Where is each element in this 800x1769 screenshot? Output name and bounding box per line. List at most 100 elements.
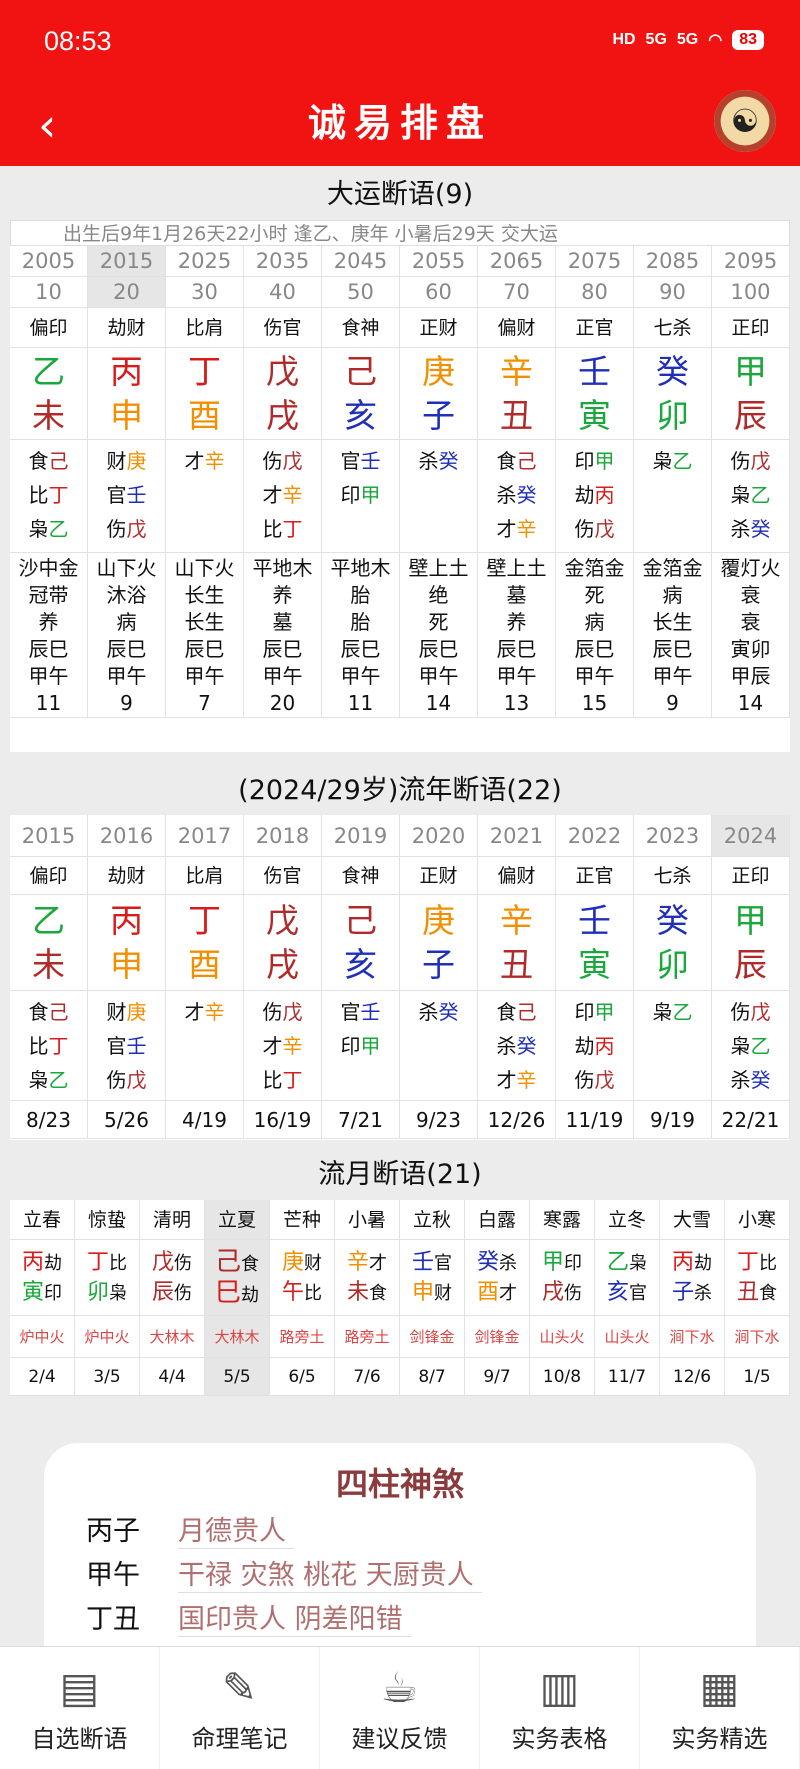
liuyue-date: 9/7 (465, 1358, 530, 1396)
hidden-shishen: 枭 (28, 1068, 49, 1092)
dayun-column[interactable]: 2075 80 正官壬寅印甲 劫丙 伤戊 金箔金死病辰巳 甲午 15 (556, 246, 634, 718)
liunian-zhi: 戌 (266, 945, 299, 984)
liuyue-column[interactable]: 立秋 壬官 申财 剑锋金 8/7 (400, 1200, 465, 1396)
dayun-column[interactable]: 2085 90 七杀癸卯枭乙 金箔金病长生 辰巳 甲午 9 (634, 246, 712, 718)
back-icon[interactable]: ‹ (38, 100, 56, 150)
shensha-row[interactable]: 甲午 干禄 灾煞 桃花 天厨贵人 (86, 1553, 482, 1593)
liunian-column[interactable]: 2016 劫财丙申财庚 官壬 伤戊 5/26 (88, 815, 166, 1139)
liunian-count: 11/19 (556, 1101, 634, 1139)
liunian-column[interactable]: 2023 七杀癸卯枭乙 9/19 (634, 815, 712, 1139)
hidden-shishen: 伤 (730, 449, 751, 473)
liuyue-date: 6/5 (270, 1358, 335, 1396)
dayun-gan: 己 (344, 352, 377, 391)
hidden-shishen: 枭 (28, 517, 49, 541)
dayun-column[interactable]: 2015 20 劫财丙申财庚 官壬 伤戊 山下火 沐浴病辰巳 甲午 9 (88, 246, 166, 718)
liuyue-column[interactable]: 白露 癸杀 酉才 剑锋金 9/7 (465, 1200, 530, 1396)
liunian-gan: 乙 (32, 901, 65, 940)
hidden-gan: 甲 (360, 483, 381, 507)
dayun-subtitle: 出生后9年1月26天22小时 逢乙、庚年 小暑后29天 交大运 (10, 220, 790, 246)
dayun-column[interactable]: 2025 30 比肩丁酉才辛 山下火 长生 长生 辰巳 甲午 7 (166, 246, 244, 718)
dayun-nayin: 沙中金 (18, 556, 79, 580)
dayun-kongwang-2: 甲午 (28, 664, 69, 688)
liuyue-date: 1/5 (725, 1358, 790, 1396)
dayun-year: 2015 (88, 246, 166, 277)
dayun-changsheng: 绝 (428, 583, 449, 607)
liunian-column[interactable]: 2015 偏印乙未食己 比丁 枭乙 8/23 (10, 815, 88, 1139)
liuyue-jieqi: 立冬 (595, 1200, 660, 1240)
hidden-shishen: 印 (340, 483, 361, 507)
liuyue-column[interactable]: 清明 戊伤 辰伤 大林木 4/4 (140, 1200, 205, 1396)
status-bar: 08:53 HD 5G 5G ◠ 83 (0, 0, 800, 88)
shensha-stars: 月德贵人 (178, 1509, 294, 1549)
liuyue-gan-row: 丁比 (725, 1248, 789, 1278)
liuyue-column[interactable]: 小暑 辛才 未食 路旁土 7/6 (335, 1200, 400, 1396)
dayun-kongwang-2: 甲午 (574, 664, 615, 688)
liuyue-jieqi: 惊蛰 (75, 1200, 140, 1240)
tab-document[interactable]: ▤ 自选断语 (0, 1647, 160, 1769)
liuyue-zhi: 申 (411, 1280, 434, 1305)
tab-notepad[interactable]: ▦ 实务精选 (640, 1647, 800, 1769)
liuyue-zhi-row: 亥官 (595, 1278, 659, 1308)
liuyue-ganzhi: 丁比 丑食 (725, 1240, 790, 1316)
liunian-gan: 壬 (578, 901, 611, 940)
liuyue-column[interactable]: 寒露 甲印 戌伤 山头火 10/8 (530, 1200, 595, 1396)
dayun-column[interactable]: 2045 50 食神己亥官壬 印甲 平地木胎胎辰巳 甲午 11 (322, 246, 400, 718)
shensha-row[interactable]: 丁丑 国印贵人 阴差阳错 (86, 1597, 411, 1637)
hidden-gan: 丁 (48, 1034, 69, 1058)
yinyang-logo-icon[interactable]: ☯ (714, 90, 776, 152)
liunian-column[interactable]: 2018 伤官戊戌伤戊 才辛 比丁 16/19 (244, 815, 322, 1139)
liunian-column[interactable]: 2024 正印甲辰伤戊 枭乙 杀癸 22/21 (712, 815, 790, 1139)
liuyue-column[interactable]: 小寒 丁比 丑食 涧下水 1/5 (725, 1200, 790, 1396)
liunian-count: 8/23 (10, 1101, 88, 1139)
liuyue-jieqi: 大雪 (660, 1200, 725, 1240)
liunian-gan: 癸 (656, 901, 689, 940)
liuyue-gan-shishen: 劫 (694, 1253, 712, 1274)
dayun-column[interactable]: 2005 10 偏印乙未食己 比丁 枭乙 沙中金 冠带养辰巳 甲午 11 (10, 246, 88, 718)
liunian-column[interactable]: 2020 正财庚子杀癸 9/23 (400, 815, 478, 1139)
liuyue-column[interactable]: 大雪 丙劫 子杀 涧下水 12/6 (660, 1200, 725, 1396)
liuyue-gan-row: 丙劫 (10, 1248, 74, 1278)
tab-chart[interactable]: ▥ 实务表格 (480, 1647, 640, 1769)
liunian-column[interactable]: 2017 比肩丁酉才辛 4/19 (166, 815, 244, 1139)
hidden-shishen: 才 (184, 1000, 205, 1024)
liunian-zhi: 辰 (734, 945, 767, 984)
tab-coffee[interactable]: ☕ 建议反馈 (320, 1647, 480, 1769)
liuyue-gan: 丁 (736, 1250, 759, 1275)
liuyue-gan-shishen: 才 (369, 1253, 387, 1274)
hidden-shishen: 劫 (574, 483, 595, 507)
hidden-shishen: 杀 (730, 1068, 751, 1092)
liunian-shishen: 比肩 (166, 857, 244, 895)
liunian-column[interactable]: 2019 食神己亥官壬 印甲 7/21 (322, 815, 400, 1139)
liuyue-grid: 立春 丙劫 寅印 炉中火 2/4 惊蛰 丁比 卯枭 炉中火 3/5 清明 戊伤 辰伤 大林木 4/4 立夏 己食… (10, 1200, 790, 1396)
dayun-zhi: 丑 (500, 396, 533, 435)
hidden-gan: 壬 (126, 483, 147, 507)
dayun-zhi: 卯 (656, 396, 689, 435)
dayun-column[interactable]: 2035 40 伤官戊戌伤戊 才辛 比丁 平地木养墓辰巳 甲午 20 (244, 246, 322, 718)
liuyue-column[interactable]: 惊蛰 丁比 卯枭 炉中火 3/5 (75, 1200, 140, 1396)
dayun-count: 9 (120, 691, 133, 715)
liunian-gan: 戊 (266, 901, 299, 940)
liuyue-nayin: 炉中火 (10, 1316, 75, 1358)
dayun-year: 2085 (634, 246, 712, 277)
liunian-column[interactable]: 2022 正官壬寅印甲 劫丙 伤戊 11/19 (556, 815, 634, 1139)
tab-edit[interactable]: ✎ 命理笔记 (160, 1647, 320, 1769)
hidden-gan: 己 (48, 1000, 69, 1024)
liuyue-column[interactable]: 芒种 庚财 午比 路旁土 6/5 (270, 1200, 335, 1396)
dayun-hidden-stems: 伤戊 才辛 比丁 (244, 440, 322, 553)
dayun-column[interactable]: 2095 100 正印甲辰伤戊 枭乙 杀癸 覆灯火衰衰寅卯 甲辰 14 (712, 246, 790, 718)
liuyue-column[interactable]: 立春 丙劫 寅印 炉中火 2/4 (10, 1200, 75, 1396)
dayun-age: 60 (400, 277, 478, 308)
hidden-gan: 己 (516, 1000, 537, 1024)
liunian-zhi: 酉 (188, 945, 221, 984)
liuyue-column[interactable]: 立冬 乙枭 亥官 山头火 11/7 (595, 1200, 660, 1396)
dayun-column[interactable]: 2065 70 偏财辛丑食己 杀癸 才辛 壁上土墓养辰巳 甲午 13 (478, 246, 556, 718)
liunian-column[interactable]: 2021 偏财辛丑食己 杀癸 才辛 12/26 (478, 815, 556, 1139)
shensha-row[interactable]: 丙子 月德贵人 (86, 1509, 294, 1549)
liuyue-jieqi: 小寒 (725, 1200, 790, 1240)
liuyue-column[interactable]: 立夏 己食 巳劫 大林木 5/5 (205, 1200, 270, 1396)
liunian-gan: 丁 (188, 901, 221, 940)
document-icon: ▤ (59, 1663, 100, 1712)
hidden-shishen: 比 (262, 517, 283, 541)
dayun-gan: 甲 (734, 352, 767, 391)
dayun-column[interactable]: 2055 60 正财庚子杀癸 壁上土绝死辰巳 甲午 14 (400, 246, 478, 718)
